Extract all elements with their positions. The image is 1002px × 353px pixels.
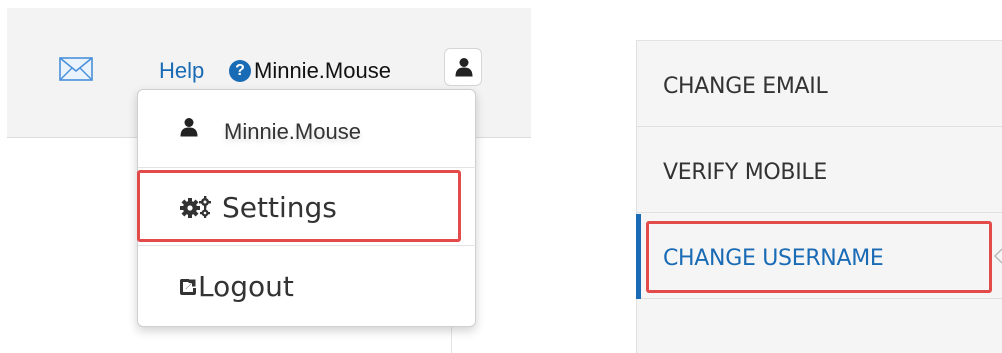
active-indicator	[636, 214, 641, 299]
username-link[interactable]: Minnie.Mouse	[254, 58, 391, 84]
dropdown-item-logout[interactable]: Logout	[138, 246, 477, 324]
dropdown-item-label: Logout	[198, 270, 294, 303]
dropdown-item-profile[interactable]: Minnie.Mouse	[138, 90, 477, 168]
user-menu-button[interactable]	[444, 48, 482, 86]
username-highlight-box	[646, 221, 992, 293]
help-link[interactable]: Help	[159, 58, 204, 84]
user-icon	[180, 118, 198, 137]
nav-item-label: VERIFY MOBILE	[663, 160, 827, 185]
nav-item-label: CHANGE EMAIL	[663, 74, 828, 99]
external-link-icon	[179, 279, 196, 295]
nav-item-verify-mobile[interactable]: VERIFY MOBILE	[637, 127, 1002, 213]
settings-nav: CHANGE EMAIL VERIFY MOBILE CHANGE USERNA…	[636, 40, 1002, 353]
question-circle-icon[interactable]: ?	[229, 60, 251, 82]
user-icon	[455, 58, 473, 77]
dropdown-item-label: Minnie.Mouse	[224, 119, 361, 144]
settings-highlight-box	[137, 170, 461, 242]
nav-item-change-email[interactable]: CHANGE EMAIL	[637, 41, 1002, 127]
envelope-icon[interactable]	[59, 57, 93, 81]
chevron-left-icon	[993, 248, 1002, 264]
